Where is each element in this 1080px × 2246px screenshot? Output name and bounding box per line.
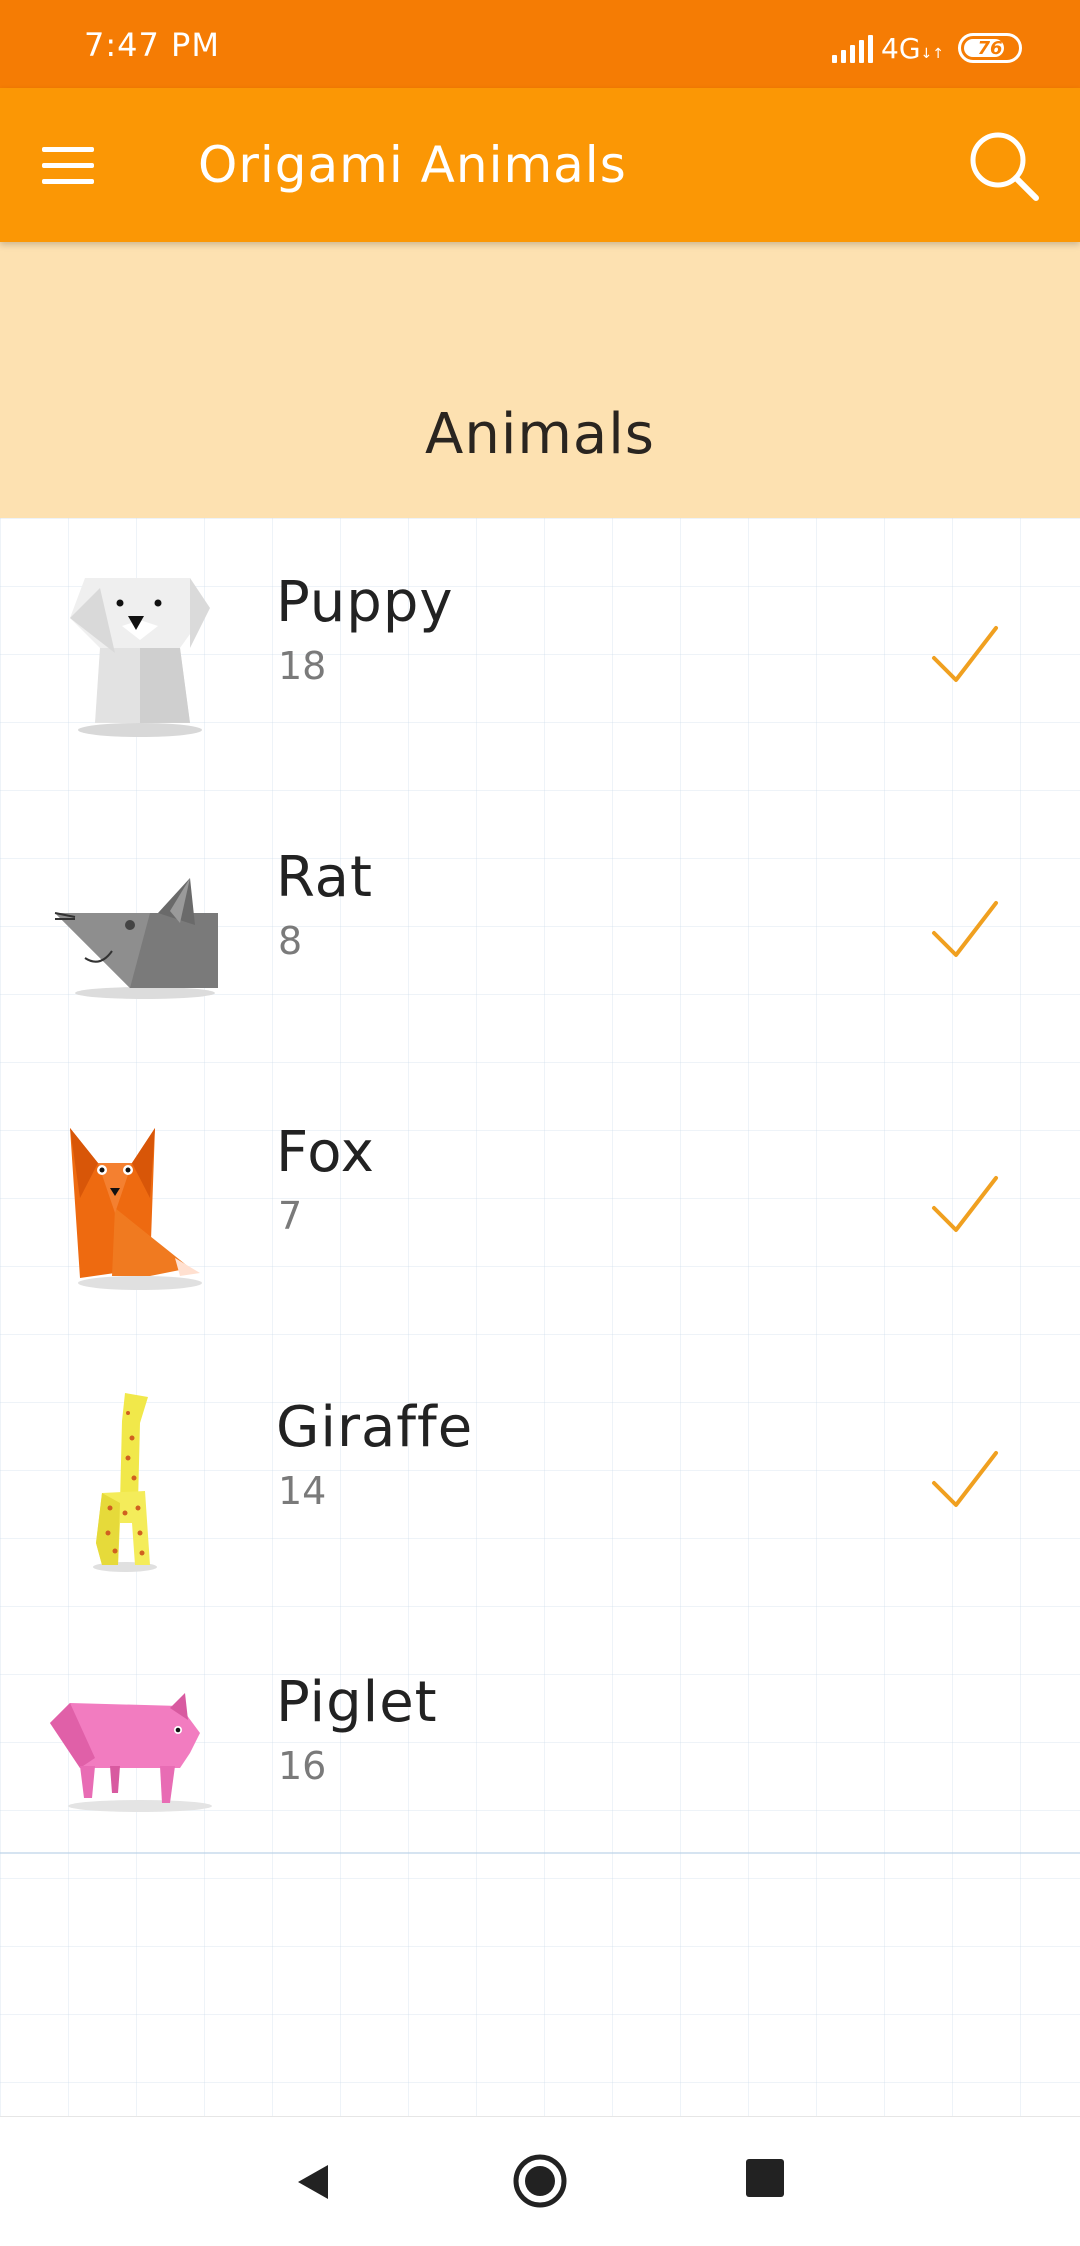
battery-level: 76: [977, 37, 1003, 59]
fox-origami-icon: [70, 1128, 202, 1290]
status-bar: 7:47 PM 4G↓↑ 76: [0, 0, 1080, 88]
check-icon: [932, 1451, 998, 1507]
check-icon: [932, 901, 998, 957]
animal-step-count: 16: [278, 1744, 327, 1788]
piglet-origami-icon: [50, 1693, 212, 1812]
battery-icon: 76: [958, 33, 1022, 63]
status-time: 7:47 PM: [84, 26, 220, 64]
list-item-giraffe[interactable]: Giraffe 14: [0, 1343, 1080, 1618]
back-triangle-icon[interactable]: [290, 2157, 340, 2207]
list-item-puppy[interactable]: Puppy 18: [0, 518, 1080, 793]
animal-step-count: 7: [278, 1194, 303, 1238]
section-header: Animals: [0, 242, 1080, 518]
network-type: 4G↓↑: [881, 31, 944, 65]
list-item-rat[interactable]: Rat 8: [0, 793, 1080, 1068]
system-nav-bar: [0, 2116, 1080, 2246]
giraffe-origami-icon: [93, 1393, 157, 1572]
recents-square-icon[interactable]: [746, 2159, 784, 2197]
animal-step-count: 14: [278, 1469, 327, 1513]
app-screen: 7:47 PM 4G↓↑ 76 Origami Animals Animals …: [0, 0, 1080, 2246]
search-icon[interactable]: [962, 124, 1046, 208]
list-item-fox[interactable]: Fox 7: [0, 1068, 1080, 1343]
check-icon: [932, 1176, 998, 1232]
list-end-divider: [0, 1852, 1080, 1854]
animal-name: Puppy: [276, 570, 454, 635]
check-icon: [932, 626, 998, 682]
home-circle-icon[interactable]: [510, 2151, 570, 2211]
network-label: 4G: [881, 31, 921, 65]
status-indicators: 4G↓↑ 76: [832, 28, 1022, 68]
animal-step-count: 8: [278, 919, 303, 963]
animal-step-count: 18: [278, 644, 327, 688]
section-title: Animals: [425, 402, 655, 467]
animal-name: Giraffe: [276, 1395, 474, 1460]
animal-name: Fox: [276, 1120, 375, 1185]
animal-name: Rat: [276, 845, 373, 910]
hamburger-menu-icon[interactable]: [42, 130, 112, 200]
animal-name: Piglet: [276, 1670, 438, 1735]
signal-icon: [832, 33, 874, 63]
app-title: Origami Animals: [198, 136, 627, 194]
puppy-origami-icon: [70, 578, 210, 737]
app-bar: Origami Animals: [0, 88, 1080, 242]
rat-origami-icon: [54, 878, 218, 999]
